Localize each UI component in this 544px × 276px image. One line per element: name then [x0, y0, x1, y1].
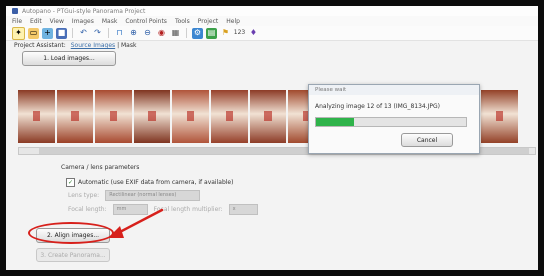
settings-icon[interactable]: ⚙ [192, 27, 203, 39]
image-thumbnail[interactable] [18, 90, 55, 143]
menu-view[interactable]: View [50, 18, 64, 25]
image-thumbnail[interactable] [133, 90, 171, 143]
progress-dialog: Please wait Analyzing image 12 of 13 (IM… [308, 84, 480, 154]
table-icon[interactable]: ▦ [170, 28, 181, 39]
progress-bar [315, 117, 467, 127]
menu-images[interactable]: Images [72, 18, 94, 25]
toolbar: ✦ ▭ + ■ ↶ ↷ ⊓ ⊕ ⊖ ◉ ▦ ⚙ ▤ ⚑ 123 ♦ [6, 26, 538, 41]
preview-icon[interactable]: ◉ [156, 28, 167, 39]
highlight-circle [28, 222, 114, 244]
progress-bar-fill [316, 118, 354, 126]
focal-length-label: Focal length: [68, 206, 107, 213]
window-title: Autopano - PTGui-style Panorama Project [22, 7, 146, 15]
breadcrumb-prefix: Project Assistant [14, 42, 64, 49]
breadcrumb-suffix[interactable]: Mask [121, 42, 136, 49]
image-thumbnail[interactable] [249, 90, 287, 143]
cancel-button[interactable]: Cancel [401, 133, 453, 147]
image-thumbnail[interactable] [95, 90, 132, 143]
lens-type-row: Lens type: Rectilinear (normal lenses) [68, 190, 201, 201]
progress-message: Analyzing image 12 of 13 (IMG_8134.JPG) [315, 103, 440, 110]
menu-mask[interactable]: Mask [102, 18, 117, 25]
dialog-title: Please wait [309, 85, 479, 95]
annotation-arrow [108, 208, 164, 238]
breadcrumb-link[interactable]: Source Images [71, 42, 115, 49]
zoom-in-icon[interactable]: ⊕ [128, 28, 139, 39]
menu-bar: File Edit View Images Mask Control Point… [6, 16, 538, 26]
image-thumbnail[interactable] [56, 90, 94, 143]
app-window: Autopano - PTGui-style Panorama Project … [6, 6, 538, 270]
toolbar-separator [186, 28, 187, 38]
create-panorama-button[interactable]: 3. Create Panorama... [36, 248, 110, 262]
zoom-out-icon[interactable]: ⊖ [142, 28, 153, 39]
title-bar: Autopano - PTGui-style Panorama Project [6, 6, 538, 16]
exif-checkbox-row[interactable]: ✓ Automatic (use EXIF data from camera, … [66, 178, 233, 187]
detail-viewer-icon[interactable]: ▤ [206, 27, 217, 39]
lens-type-select[interactable]: Rectilinear (normal lenses) [105, 190, 201, 201]
image-thumbnail[interactable] [481, 90, 518, 143]
panorama-editor-icon[interactable]: ⊓ [114, 28, 125, 39]
add-images-icon[interactable]: + [42, 27, 53, 39]
toolbar-separator [72, 28, 73, 38]
help-icon[interactable]: ♦ [248, 28, 259, 39]
open-project-icon[interactable]: ▭ [28, 27, 39, 39]
exif-checkbox[interactable]: ✓ [66, 178, 75, 187]
image-thumbnail[interactable] [172, 90, 210, 143]
export-icon[interactable]: ⚑ [220, 28, 231, 39]
load-images-button[interactable]: 1. Load images... [22, 51, 116, 66]
numbers-icon[interactable]: 123 [234, 28, 245, 39]
camera-params-label: Camera / lens parameters [61, 164, 140, 171]
menu-file[interactable]: File [12, 18, 22, 25]
menu-project[interactable]: Project [198, 18, 219, 25]
lens-type-label: Lens type: [68, 192, 100, 199]
save-project-icon[interactable]: ■ [56, 27, 67, 39]
exif-checkbox-label: Automatic (use EXIF data from camera, if… [78, 179, 234, 186]
menu-help[interactable]: Help [226, 18, 240, 25]
toolbar-separator [108, 28, 109, 38]
menu-edit[interactable]: Edit [30, 18, 42, 25]
new-project-icon[interactable]: ✦ [12, 26, 25, 40]
multiplier-field[interactable]: x [228, 204, 258, 215]
redo-icon[interactable]: ↷ [92, 28, 103, 39]
breadcrumb: Project Assistant: Source Images | Mask [14, 42, 137, 49]
menu-tools[interactable]: Tools [175, 18, 190, 25]
menu-control-points[interactable]: Control Points [125, 18, 167, 25]
image-thumbnail[interactable] [211, 90, 248, 143]
app-icon [12, 8, 18, 14]
undo-icon[interactable]: ↶ [78, 28, 89, 39]
